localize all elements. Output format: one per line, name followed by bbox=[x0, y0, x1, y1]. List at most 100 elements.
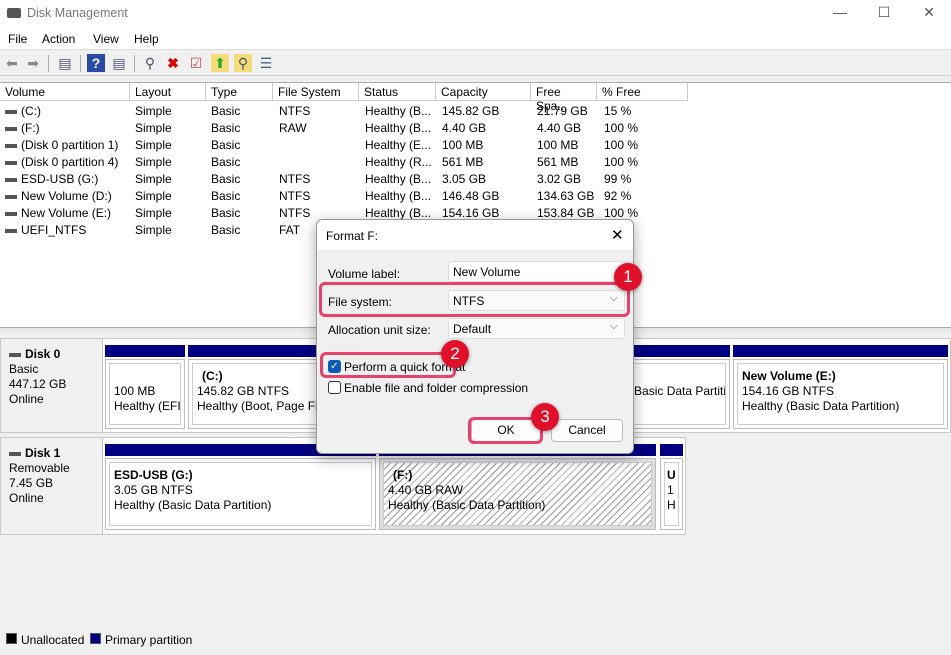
volume-name: (Disk 0 partition 1) bbox=[21, 138, 119, 152]
disk-0-label[interactable]: Disk 0 Basic 447.12 GB Online bbox=[0, 338, 103, 433]
volume-name: UEFI_NTFS bbox=[21, 223, 87, 237]
list-icon[interactable]: ☰ bbox=[257, 54, 275, 72]
compression-checkbox[interactable] bbox=[328, 381, 341, 394]
volume-drive-icon bbox=[5, 194, 17, 199]
disk-state: Online bbox=[9, 491, 44, 505]
cell-free-space: 134.63 GB bbox=[537, 189, 595, 203]
column-percent-free[interactable]: % Free bbox=[597, 83, 688, 101]
cell-layout: Simple bbox=[135, 223, 172, 237]
cell-volume: UEFI_NTFS bbox=[5, 223, 86, 237]
cell-layout: Simple bbox=[135, 172, 172, 186]
forward-icon[interactable]: ➡ bbox=[24, 54, 42, 72]
table-row[interactable]: (Disk 0 partition 1) Simple Basic Healthy (… bbox=[0, 136, 700, 153]
legend-unallocated: Unallocated bbox=[21, 633, 85, 647]
volume-label-caption: Volume label: bbox=[328, 267, 401, 281]
allocation-unit-select[interactable]: Default ⌵ bbox=[448, 318, 625, 339]
disk-size: 447.12 GB bbox=[9, 377, 67, 391]
menu-action[interactable]: Action bbox=[42, 32, 75, 46]
partition-g[interactable]: ESD-USB (G:) 3.05 GB NTFS Healthy (Basic D… bbox=[105, 444, 376, 530]
back-icon[interactable]: ⬅ bbox=[3, 54, 21, 72]
highlight-quick-format bbox=[320, 352, 456, 378]
cell-file-system: NTFS bbox=[279, 189, 311, 203]
cell-type: Basic bbox=[211, 155, 241, 169]
open-folder-icon[interactable]: ⬆ bbox=[211, 54, 229, 72]
primary-partition-swatch bbox=[90, 633, 101, 644]
cell-free-space: 3.02 GB bbox=[537, 172, 582, 186]
properties-icon[interactable]: ☑ bbox=[187, 54, 205, 72]
help-icon[interactable]: ? bbox=[87, 54, 105, 72]
cell-percent-free: 100 % bbox=[604, 206, 639, 220]
legend-primary: Primary partition bbox=[105, 633, 193, 647]
table-row[interactable]: New Volume (D:) Simple Basic NTFS Healthy (B… bbox=[0, 187, 700, 204]
cell-free-space: 153.84 GB bbox=[537, 206, 595, 220]
table-row[interactable]: (C:) Simple Basic NTFS Healthy (B... 145.82 G… bbox=[0, 102, 700, 119]
window-title: Disk Management bbox=[27, 6, 128, 20]
chevron-down-icon: ⌵ bbox=[609, 320, 618, 332]
volume-name: ESD-USB (G:) bbox=[21, 172, 99, 186]
action-pane-icon[interactable]: ▤ bbox=[110, 54, 128, 72]
column-free-space[interactable]: Free Spa... bbox=[531, 83, 597, 113]
partition-f[interactable]: (F:) 4.40 GB RAW Healthy (Basic Data Parti… bbox=[379, 444, 656, 530]
cell-volume: (C:) bbox=[5, 104, 41, 118]
menu-file[interactable]: File bbox=[8, 32, 27, 46]
column-type[interactable]: Type bbox=[206, 83, 273, 101]
explore-icon[interactable]: ⚲ bbox=[234, 54, 252, 72]
highlight-file-system bbox=[319, 282, 630, 317]
maximize-button[interactable]: ☐ bbox=[869, 4, 899, 22]
table-row[interactable]: (F:) Simple Basic RAW Healthy (B... 4.40 GB 4.… bbox=[0, 119, 700, 136]
cell-capacity: 4.40 GB bbox=[442, 121, 487, 135]
cell-free-space: 561 MB bbox=[537, 155, 579, 169]
cell-percent-free: 100 % bbox=[604, 121, 639, 135]
connect-disk-icon[interactable]: ⚲ bbox=[141, 54, 159, 72]
cell-free-space: 4.40 GB bbox=[537, 121, 582, 135]
cell-file-system: FAT bbox=[279, 223, 301, 237]
annotation-badge-3: 3 bbox=[531, 403, 559, 431]
cell-file-system: RAW bbox=[279, 121, 307, 135]
dialog-close-icon[interactable]: ✕ bbox=[611, 226, 624, 244]
separator bbox=[134, 55, 135, 72]
cell-status: Healthy (B... bbox=[365, 206, 432, 220]
console-tree-icon[interactable]: ▤ bbox=[56, 54, 74, 72]
column-layout[interactable]: Layout bbox=[130, 83, 206, 101]
menu-bar: File Action View Help bbox=[0, 26, 951, 50]
cancel-button[interactable]: Cancel bbox=[551, 419, 623, 442]
cell-capacity: 146.48 GB bbox=[442, 189, 500, 203]
compression-label[interactable]: Enable file and folder compression bbox=[344, 381, 528, 395]
cell-percent-free: 100 % bbox=[604, 138, 639, 152]
volume-label-input[interactable]: New Volume bbox=[448, 261, 625, 282]
cell-percent-free: 15 % bbox=[604, 104, 632, 118]
close-button[interactable]: ✕ bbox=[914, 4, 944, 22]
table-row[interactable]: (Disk 0 partition 4) Simple Basic Healthy (… bbox=[0, 153, 700, 170]
partition-uefi[interactable]: U1H bbox=[660, 444, 683, 530]
cell-type: Basic bbox=[211, 206, 241, 220]
volume-drive-icon bbox=[5, 177, 17, 182]
cell-file-system: NTFS bbox=[279, 172, 311, 186]
column-capacity[interactable]: Capacity bbox=[436, 83, 531, 101]
cell-status: Healthy (B... bbox=[365, 104, 432, 118]
partition-efi[interactable]: 100 MBHealthy (EFI System Partition) bbox=[105, 345, 185, 429]
partition-e[interactable]: New Volume (E:) 154.16 GB NTFS Healthy (Ba… bbox=[733, 345, 948, 429]
minimize-button[interactable]: — bbox=[825, 4, 855, 22]
cell-layout: Simple bbox=[135, 104, 172, 118]
disk-name: Disk 1 bbox=[25, 446, 61, 460]
cell-free-space: 21.79 GB bbox=[537, 104, 588, 118]
volume-drive-icon bbox=[5, 143, 17, 148]
app-icon bbox=[7, 8, 21, 18]
column-status[interactable]: Status bbox=[359, 83, 436, 101]
menu-help[interactable]: Help bbox=[134, 32, 159, 46]
cell-capacity: 3.05 GB bbox=[442, 172, 487, 186]
legend: Unallocated Primary partition bbox=[0, 630, 951, 650]
column-file-system[interactable]: File System bbox=[273, 83, 359, 101]
cell-capacity: 561 MB bbox=[442, 155, 484, 169]
disk-1-label[interactable]: Disk 1 Removable 7.45 GB Online bbox=[0, 437, 103, 535]
allocation-value: Default bbox=[453, 322, 492, 336]
menu-view[interactable]: View bbox=[93, 32, 119, 46]
cell-status: Healthy (E... bbox=[365, 138, 432, 152]
table-row[interactable]: ESD-USB (G:) Simple Basic NTFS Healthy (B...… bbox=[0, 170, 700, 187]
volume-drive-icon bbox=[5, 109, 17, 114]
disk-icon bbox=[9, 352, 21, 357]
column-volume[interactable]: Volume bbox=[0, 83, 130, 101]
volume-drive-icon bbox=[5, 228, 17, 233]
delete-icon[interactable]: ✖ bbox=[164, 54, 182, 72]
cell-percent-free: 99 % bbox=[604, 172, 632, 186]
